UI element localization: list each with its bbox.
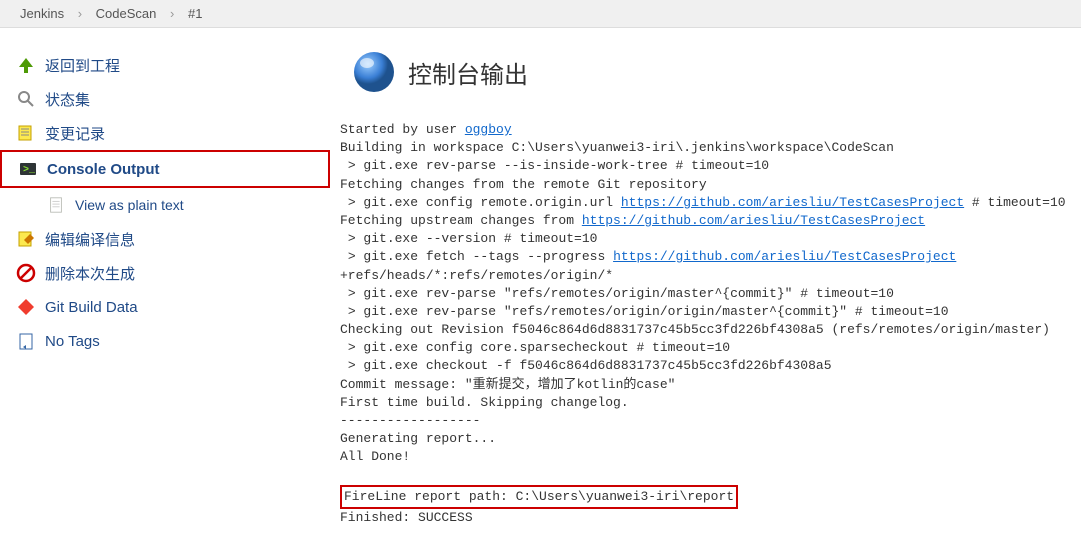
document-icon <box>45 194 67 216</box>
edit-notepad-icon <box>15 228 37 250</box>
report-path-highlight: FireLine report path: C:\Users\yuanwei3-… <box>340 485 738 509</box>
breadcrumb-build[interactable]: #1 <box>188 6 202 21</box>
sidebar: 返回到工程 状态集 变更记录 >_ Console Output View as… <box>0 28 330 547</box>
sidebar-label: 状态集 <box>45 89 90 110</box>
sidebar-label: 返回到工程 <box>45 55 120 76</box>
breadcrumb-job[interactable]: CodeScan <box>96 6 157 21</box>
sidebar-item-status[interactable]: 状态集 <box>0 82 330 116</box>
git-repo-link[interactable]: https://github.com/ariesliu/TestCasesPro… <box>613 249 956 264</box>
console-output: Started by user oggboy Building in works… <box>340 121 1081 527</box>
git-icon <box>15 296 37 318</box>
svg-text:>_: >_ <box>23 165 36 176</box>
git-repo-link[interactable]: https://github.com/ariesliu/TestCasesPro… <box>582 213 925 228</box>
search-icon <box>15 88 37 110</box>
blue-ball-icon <box>350 48 398 96</box>
sidebar-label: 编辑编译信息 <box>45 229 135 250</box>
prohibit-icon <box>15 262 37 284</box>
sidebar-item-notags[interactable]: No Tags <box>0 324 330 358</box>
user-link[interactable]: oggboy <box>465 122 512 137</box>
sidebar-item-back[interactable]: 返回到工程 <box>0 48 330 82</box>
breadcrumb-jenkins[interactable]: Jenkins <box>20 6 64 21</box>
sidebar-item-changes[interactable]: 变更记录 <box>0 116 330 150</box>
sidebar-label: 删除本次生成 <box>45 263 135 284</box>
sidebar-item-delete[interactable]: 删除本次生成 <box>0 256 330 290</box>
sidebar-item-editbuild[interactable]: 编辑编译信息 <box>0 222 330 256</box>
terminal-icon: >_ <box>17 158 39 180</box>
sidebar-label: Console Output <box>47 161 160 178</box>
breadcrumb: Jenkins › CodeScan › #1 <box>0 0 1081 28</box>
sidebar-label: Git Build Data <box>45 299 138 316</box>
git-repo-link[interactable]: https://github.com/ariesliu/TestCasesPro… <box>621 195 964 210</box>
content: 控制台输出 Started by user oggboy Building in… <box>330 28 1081 547</box>
notepad-icon <box>15 122 37 144</box>
breadcrumb-sep: › <box>78 6 82 21</box>
sidebar-label: View as plain text <box>75 197 184 213</box>
sidebar-label: No Tags <box>45 333 100 350</box>
page-title: 控制台输出 <box>408 55 528 90</box>
sidebar-item-console[interactable]: >_ Console Output <box>0 150 330 188</box>
sidebar-item-plaintext[interactable]: View as plain text <box>0 188 330 222</box>
tag-icon <box>15 330 37 352</box>
breadcrumb-sep: › <box>170 6 174 21</box>
title-row: 控制台输出 <box>350 48 1081 96</box>
sidebar-item-gitdata[interactable]: Git Build Data <box>0 290 330 324</box>
up-arrow-icon <box>15 54 37 76</box>
sidebar-label: 变更记录 <box>45 123 105 144</box>
